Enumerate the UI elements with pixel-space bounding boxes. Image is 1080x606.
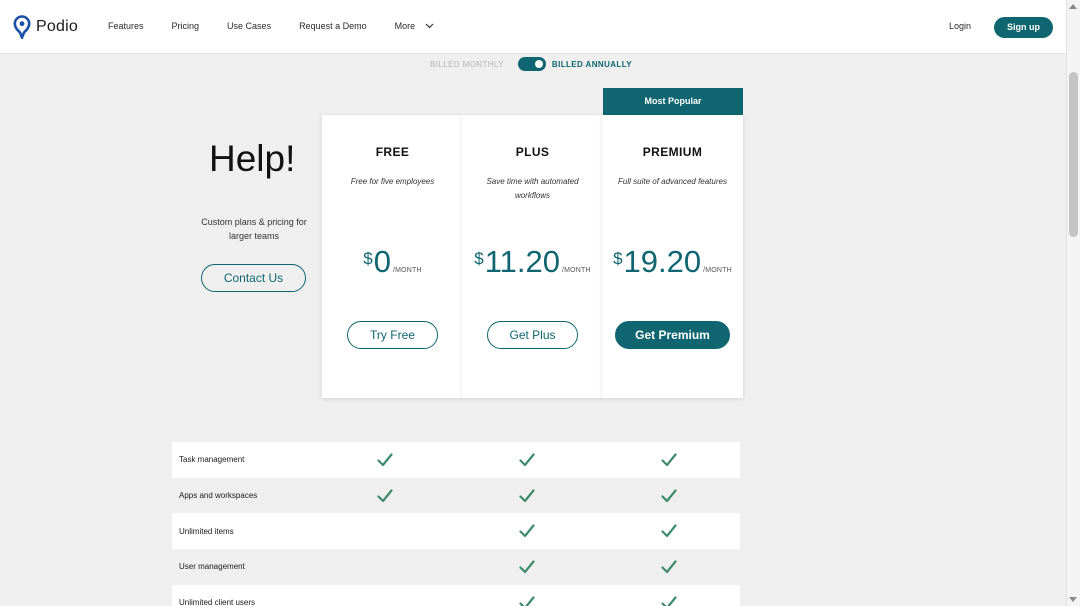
help-title: Help! xyxy=(209,138,296,179)
plan-card-free: FREE Free for five employees $ 0 /MONTH … xyxy=(322,115,463,398)
try-free-button[interactable]: Try Free xyxy=(347,321,438,349)
nav-more[interactable]: More xyxy=(395,21,435,31)
billed-monthly-label[interactable]: BILLED MONTHLY xyxy=(430,60,504,69)
plan-description: Full suite of advanced features xyxy=(618,177,727,186)
price-period: /MONTH xyxy=(392,267,422,274)
feature-name: Unlimited items xyxy=(179,526,234,536)
page-scrollbar[interactable] xyxy=(1066,0,1080,606)
plan-name: PREMIUM xyxy=(642,145,703,159)
scroll-thumb[interactable] xyxy=(1069,72,1078,237)
price-currency: $ xyxy=(474,249,484,268)
podio-logo-icon xyxy=(13,15,31,39)
plan-price: $ 0 /MONTH xyxy=(322,243,463,281)
feature-comparison-table: Task management Apps and workspaces Unlimi… xyxy=(172,442,740,606)
nav-more-label: More xyxy=(394,21,416,31)
price-amount: 11.20 xyxy=(484,244,560,279)
checkmark-icon xyxy=(661,488,677,503)
price-currency: $ xyxy=(363,249,373,268)
checkmark-icon xyxy=(519,560,535,574)
plan-price: $ 19.20 /MONTH xyxy=(602,243,743,281)
plan-price: $ 11.20 /MONTH xyxy=(462,243,603,281)
price-amount: 19.20 xyxy=(623,244,702,279)
chevron-down-icon xyxy=(425,23,434,29)
checkmark-icon xyxy=(661,560,677,574)
get-premium-button[interactable]: Get Premium xyxy=(615,321,730,349)
top-header: Podio Features Pricing Use Cases Request… xyxy=(0,0,1066,54)
checkmark-icon xyxy=(519,453,535,467)
checkmark-icon xyxy=(661,524,677,538)
nav-use-cases[interactable]: Use Cases xyxy=(227,21,271,31)
nav-pricing[interactable]: Pricing xyxy=(172,21,200,31)
feature-row: Unlimited client users xyxy=(172,584,740,606)
feature-row: Task management xyxy=(172,442,740,478)
plan-description: Save time with automated workflows xyxy=(486,177,579,200)
checkmark-icon xyxy=(377,453,393,467)
feature-name: Task management xyxy=(179,455,245,465)
checkmark-icon xyxy=(661,453,677,467)
plan-name: PLUS xyxy=(515,145,550,159)
checkmark-icon xyxy=(519,595,535,606)
plan-card-premium: PREMIUM Full suite of advanced features … xyxy=(602,115,743,398)
feature-name: Apps and workspaces xyxy=(179,491,258,501)
main-nav: Features Pricing Use Cases Request a Dem… xyxy=(108,21,462,31)
most-popular-badge: Most Popular xyxy=(603,88,743,115)
help-subtitle: Custom plans & pricing for larger teams xyxy=(201,217,307,241)
feature-name: Unlimited client users xyxy=(179,598,256,606)
price-period: /MONTH xyxy=(703,267,732,274)
nav-request-demo[interactable]: Request a Demo xyxy=(299,21,367,31)
feature-name: User management xyxy=(179,562,245,572)
scroll-down-arrow-icon[interactable] xyxy=(1069,597,1077,602)
price-currency: $ xyxy=(613,249,623,268)
price-amount: 0 xyxy=(373,244,391,279)
checkmark-icon xyxy=(661,595,677,606)
billing-toggle-switch[interactable] xyxy=(517,57,546,71)
get-plus-button[interactable]: Get Plus xyxy=(487,321,578,349)
checkmark-icon xyxy=(377,488,393,503)
feature-row: Apps and workspaces xyxy=(172,477,740,514)
feature-row: User management xyxy=(172,549,740,585)
toggle-knob xyxy=(534,60,543,68)
scroll-up-arrow-icon[interactable] xyxy=(1069,4,1077,9)
plan-card-plus: PLUS Save time with automated workflows … xyxy=(462,115,603,398)
billing-toggle-group: BILLED MONTHLY BILLED ANNUALLY xyxy=(430,57,632,71)
checkmark-icon xyxy=(519,488,535,503)
price-period: /MONTH xyxy=(561,267,591,274)
feature-row: Unlimited items xyxy=(172,513,740,550)
signup-button[interactable]: Sign up xyxy=(994,17,1053,38)
login-link[interactable]: Login xyxy=(949,21,971,31)
nav-features[interactable]: Features xyxy=(108,21,144,31)
plan-name: FREE xyxy=(375,145,410,159)
contact-us-button[interactable]: Contact Us xyxy=(201,264,306,292)
logo-text: Podio xyxy=(36,18,78,35)
plan-description: Free for five employees xyxy=(350,177,435,186)
podio-logo[interactable]: Podio xyxy=(13,15,78,39)
checkmark-icon xyxy=(519,524,535,538)
billed-annually-label[interactable]: BILLED ANNUALLY xyxy=(552,60,632,69)
